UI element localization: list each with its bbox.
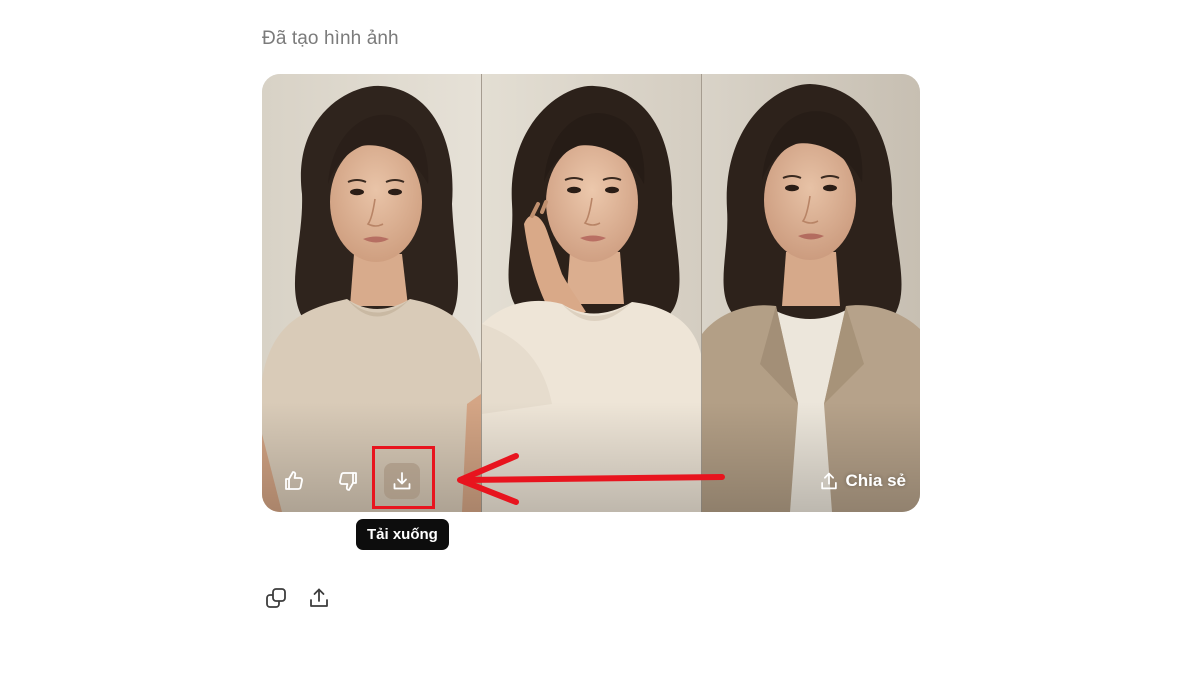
annotation-arrow xyxy=(457,453,725,505)
dislike-button[interactable] xyxy=(330,463,366,499)
download-tooltip: Tải xuống xyxy=(356,519,449,550)
download-icon xyxy=(393,472,411,490)
copy-icon xyxy=(266,588,286,608)
portrait-photo-3[interactable] xyxy=(702,74,920,512)
thumbs-up-icon xyxy=(285,471,303,490)
download-button[interactable] xyxy=(384,463,420,499)
portrait-photo-1[interactable] xyxy=(262,74,481,512)
copy-button[interactable] xyxy=(262,584,290,612)
share-icon xyxy=(820,472,837,490)
thumbs-down-icon xyxy=(339,472,357,491)
share-button[interactable]: Chia sẻ xyxy=(818,465,906,497)
like-button[interactable] xyxy=(276,463,312,499)
portrait-photo-2[interactable] xyxy=(482,74,701,512)
generated-image-card[interactable]: Chia sẻ xyxy=(262,74,920,512)
export-button[interactable] xyxy=(305,584,333,612)
status-label: Đã tạo hình ảnh xyxy=(262,28,399,49)
share-label: Chia sẻ xyxy=(845,471,906,490)
share-icon xyxy=(310,588,328,607)
